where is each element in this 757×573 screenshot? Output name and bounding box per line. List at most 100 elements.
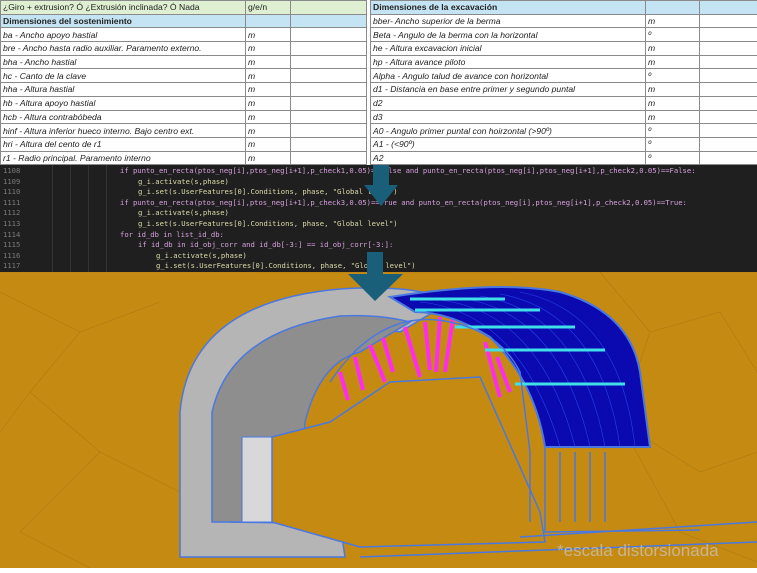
value-cell[interactable] (700, 28, 757, 42)
value-cell[interactable] (291, 28, 367, 42)
label-cell[interactable]: d1 - Distancia en base entre primer y se… (371, 83, 646, 97)
question-cell[interactable]: ¿Giro + extrusion? Ó ¿Extrusión inclinad… (1, 1, 246, 15)
unit-cell[interactable]: m (246, 110, 291, 124)
code-text: g_i.set(s.UserFeatures[0].Conditions, ph… (138, 219, 398, 230)
header-cell[interactable] (291, 14, 367, 28)
code-line[interactable]: 1113g_i.set(s.UserFeatures[0].Conditions… (0, 219, 757, 230)
sidewall-block (242, 437, 274, 522)
label-cell[interactable]: bber- Ancho superior de la berma (371, 14, 646, 28)
unit-cell[interactable]: m (246, 96, 291, 110)
table-row: ba - Ancho apoyo hastialm (1, 28, 367, 42)
label-cell[interactable]: A2 (371, 151, 646, 165)
line-number: 1108 (0, 166, 40, 177)
label-cell[interactable]: d3 (371, 110, 646, 124)
header-cell[interactable] (700, 1, 757, 15)
label-cell[interactable]: r1 - Radio principal. Paramento interno (1, 151, 246, 165)
unit-cell[interactable]: m (246, 137, 291, 151)
label-cell[interactable]: hha - Altura hastial (1, 83, 246, 97)
value-cell[interactable] (291, 151, 367, 165)
label-cell[interactable]: hcb - Altura contrabóbeda (1, 110, 246, 124)
label-cell[interactable]: Beta - Angulo de la berma con la horizon… (371, 28, 646, 42)
code-text: g_i.activate(s,phase) (138, 177, 229, 188)
label-cell[interactable]: bre - Ancho hasta radio auxiliar. Parame… (1, 42, 246, 56)
code-text: g_i.set(s.UserFeatures[0].Conditions, ph… (138, 187, 398, 198)
unit-cell[interactable]: m (246, 151, 291, 165)
unit-cell[interactable]: º (646, 124, 700, 138)
table-row: d1 - Distancia en base entre primer y se… (371, 83, 757, 97)
unit-cell[interactable]: m (246, 124, 291, 138)
value-cell[interactable] (291, 55, 367, 69)
label-cell[interactable]: A1 - (<90º) (371, 137, 646, 151)
line-number: 1109 (0, 177, 40, 188)
value-cell[interactable] (700, 137, 757, 151)
code-line[interactable]: 1112g_i.activate(s,phase) (0, 208, 757, 219)
value-cell[interactable] (291, 42, 367, 56)
value-cell[interactable] (700, 42, 757, 56)
label-cell[interactable]: hb - Altura apoyo hastial (1, 96, 246, 110)
unit-cell[interactable]: m (646, 83, 700, 97)
unit-cell[interactable]: º (646, 69, 700, 83)
label-cell[interactable]: he - Altura excavacion inicial (371, 42, 646, 56)
unit-cell[interactable]: º (646, 151, 700, 165)
unit-cell[interactable]: º (646, 28, 700, 42)
tunnel-3d-render[interactable] (0, 272, 757, 568)
tunnel-model-svg (0, 272, 757, 568)
unit-cell[interactable]: º (646, 137, 700, 151)
question-value-cell[interactable] (291, 1, 367, 15)
value-cell[interactable] (700, 83, 757, 97)
table-row: hcb - Altura contrabóbedam (1, 110, 367, 124)
value-cell[interactable] (700, 124, 757, 138)
header-cell[interactable] (246, 14, 291, 28)
header-row: Dimensiones de la excavación (371, 1, 757, 15)
value-cell[interactable] (700, 151, 757, 165)
table-row: he - Altura excavacion inicialm (371, 42, 757, 56)
label-cell[interactable]: hri - Altura del cento de r1 (1, 137, 246, 151)
distorted-scale-note: *escala distorsionada (557, 541, 719, 561)
value-cell[interactable] (291, 137, 367, 151)
value-cell[interactable] (700, 69, 757, 83)
value-cell[interactable] (700, 110, 757, 124)
label-cell[interactable]: hinf - Altura inferior hueco interno. Ba… (1, 124, 246, 138)
support-header-cell[interactable]: Dimensiones del sostenimiento (1, 14, 246, 28)
value-cell[interactable] (700, 55, 757, 69)
unit-cell[interactable]: m (246, 28, 291, 42)
table-row: hb - Altura apoyo hastialm (1, 96, 367, 110)
header-cell[interactable] (646, 1, 700, 15)
value-cell[interactable] (291, 69, 367, 83)
table-row: bha - Ancho hastialm (1, 55, 367, 69)
label-cell[interactable]: ba - Ancho apoyo hastial (1, 28, 246, 42)
value-cell[interactable] (291, 96, 367, 110)
unit-cell[interactable]: m (646, 55, 700, 69)
code-line[interactable]: 1114for id_db in list_id_db: (0, 230, 757, 241)
unit-cell[interactable]: m (646, 42, 700, 56)
value-cell[interactable] (291, 124, 367, 138)
unit-cell[interactable]: m (646, 96, 700, 110)
value-cell[interactable] (700, 96, 757, 110)
excavation-header-cell[interactable]: Dimensiones de la excavación (371, 1, 646, 15)
label-cell[interactable]: A0 - Angulo primer puntal con hoirzontal… (371, 124, 646, 138)
table-row: hp - Altura avance pilotom (371, 55, 757, 69)
unit-cell[interactable]: m (246, 69, 291, 83)
table-row: r1 - Radio principal. Paramento internom (1, 151, 367, 165)
code-line[interactable]: 1115if id_db in id_obj_corr and id_db[-3… (0, 240, 757, 251)
label-cell[interactable]: hc - Canto de la clave (1, 69, 246, 83)
label-cell[interactable]: hp - Altura avance piloto (371, 55, 646, 69)
unit-cell[interactable]: m (246, 42, 291, 56)
unit-cell[interactable]: m (246, 55, 291, 69)
unit-cell[interactable]: m (646, 14, 700, 28)
unit-cell[interactable]: m (246, 83, 291, 97)
code-text: g_i.activate(s,phase) (138, 208, 229, 219)
value-cell[interactable] (700, 14, 757, 28)
arrow-down-icon (348, 252, 404, 302)
question-unit-cell[interactable]: g/e/n (246, 1, 291, 15)
table-row: d2m (371, 96, 757, 110)
label-cell[interactable]: d2 (371, 96, 646, 110)
table-row: bber- Ancho superior de la bermam (371, 14, 757, 28)
label-cell[interactable]: bha - Ancho hastial (1, 55, 246, 69)
label-cell[interactable]: Alpha - Angulo talud de avance con horiz… (371, 69, 646, 83)
unit-cell[interactable]: m (646, 110, 700, 124)
line-number: 1117 (0, 261, 40, 272)
value-cell[interactable] (291, 110, 367, 124)
value-cell[interactable] (291, 83, 367, 97)
support-dimensions-table: ¿Giro + extrusion? Ó ¿Extrusión inclinad… (0, 0, 366, 165)
